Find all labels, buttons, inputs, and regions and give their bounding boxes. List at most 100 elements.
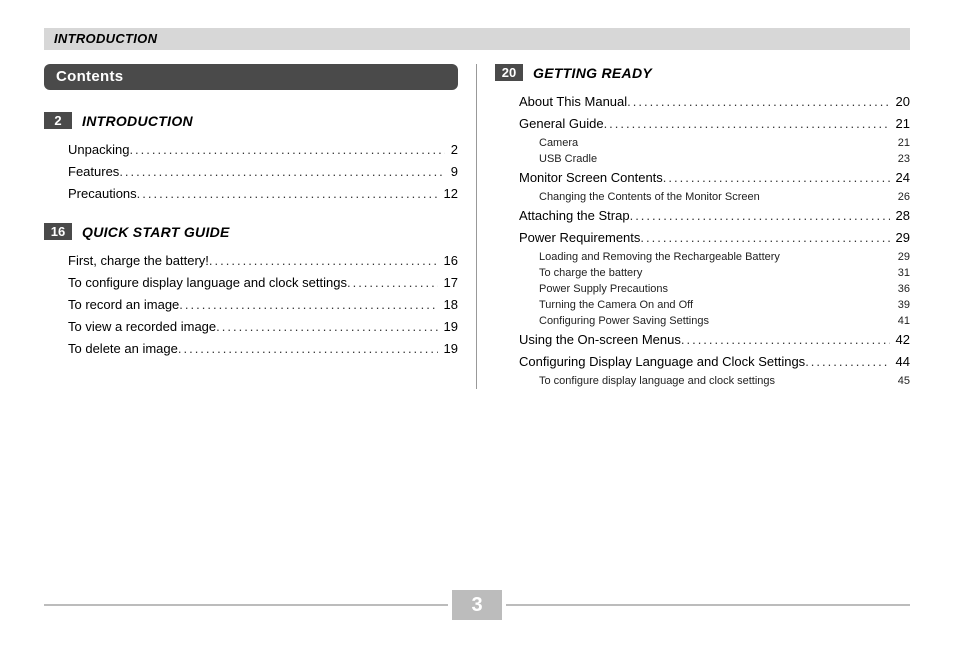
section-heading: 16 QUICK START GUIDE [44, 223, 458, 240]
toc-subentry: Configuring Power Saving Settings 41 [539, 313, 910, 329]
toc-leader-dots [347, 272, 438, 294]
section-title: INTRODUCTION [82, 113, 193, 129]
toc-leader-dots [681, 329, 890, 351]
toc-subentry-page: 39 [892, 297, 910, 313]
toc-subentry-page: 29 [892, 249, 910, 265]
toc-subentry-label: USB Cradle [539, 151, 597, 167]
toc-entry-page: 18 [438, 294, 458, 316]
toc-entry-label: To configure display language and clock … [68, 272, 347, 294]
section-page-badge: 2 [44, 112, 72, 129]
toc-leader-dots [630, 205, 890, 227]
toc-entry: Features 9 [68, 161, 458, 183]
section-title: GETTING READY [533, 65, 652, 81]
toc-entry-page: 17 [438, 272, 458, 294]
toc-subentry-label: Camera [539, 135, 578, 151]
toc-entry: To configure display language and clock … [68, 272, 458, 294]
manual-page: INTRODUCTION Contents 2 INTRODUCTION Unp… [0, 0, 954, 646]
toc-subentry-label: Turning the Camera On and Off [539, 297, 693, 313]
toc-entry-label: To delete an image [68, 338, 178, 360]
toc-subentry-label: Configuring Power Saving Settings [539, 313, 709, 329]
toc-leader-dots [663, 167, 890, 189]
toc-entry-page: 21 [890, 113, 910, 135]
toc-subentry-page: 36 [892, 281, 910, 297]
toc-leader-dots [209, 250, 438, 272]
toc-entry-page: 2 [445, 139, 458, 161]
page-footer: 3 [44, 590, 910, 620]
toc-entry-label: First, charge the battery! [68, 250, 209, 272]
toc-entry: To delete an image 19 [68, 338, 458, 360]
toc-entry-label: Using the On-screen Menus [519, 329, 681, 351]
toc-entries: First, charge the battery! 16 To configur… [68, 250, 458, 360]
toc-subentry: Power Supply Precautions 36 [539, 281, 910, 297]
toc-leader-dots [216, 316, 437, 338]
toc-entry: Monitor Screen Contents 24 [519, 167, 910, 189]
toc-entry: Attaching the Strap 28 [519, 205, 910, 227]
footer-rule [506, 604, 910, 606]
toc-entry: Unpacking 2 [68, 139, 458, 161]
toc-entry-label: Monitor Screen Contents [519, 167, 663, 189]
toc-subentry-label: To charge the battery [539, 265, 642, 281]
toc-entry-page: 24 [890, 167, 910, 189]
toc-leader-dots [627, 91, 889, 113]
toc-entry-page: 28 [890, 205, 910, 227]
toc-entry-page: 9 [445, 161, 458, 183]
toc-entry-page: 19 [438, 316, 458, 338]
toc-entry-page: 16 [438, 250, 458, 272]
toc-entry-label: About This Manual [519, 91, 627, 113]
toc-leader-dots [129, 139, 444, 161]
right-column: 20 GETTING READY About This Manual 20 Gen… [477, 64, 910, 389]
toc-subentry: Changing the Contents of the Monitor Scr… [539, 189, 910, 205]
section-page-badge: 20 [495, 64, 523, 81]
toc-entry-page: 44 [890, 351, 910, 373]
toc-entries: About This Manual 20 General Guide 21 Came… [519, 91, 910, 389]
toc-entry-label: Features [68, 161, 119, 183]
section-heading: 20 GETTING READY [495, 64, 910, 81]
toc-entry: Using the On-screen Menus 42 [519, 329, 910, 351]
section-page-badge: 16 [44, 223, 72, 240]
section-heading: 2 INTRODUCTION [44, 112, 458, 129]
toc-entries: Unpacking 2 Features 9 Precautions 12 [68, 139, 458, 205]
toc-subentry-label: Loading and Removing the Rechargeable Ba… [539, 249, 780, 265]
toc-entry: General Guide 21 [519, 113, 910, 135]
toc-subentry: Camera 21 [539, 135, 910, 151]
toc-entry: To record an image 18 [68, 294, 458, 316]
toc-subentries: Loading and Removing the Rechargeable Ba… [539, 249, 910, 329]
toc-entry-label: To view a recorded image [68, 316, 216, 338]
toc-subentry-label: To configure display language and clock … [539, 373, 775, 389]
toc-subentry-page: 41 [892, 313, 910, 329]
toc-entry: Precautions 12 [68, 183, 458, 205]
toc-entry-label: Precautions [68, 183, 137, 205]
toc-entry-label: Attaching the Strap [519, 205, 630, 227]
toc-entry-label: To record an image [68, 294, 179, 316]
toc-subentry: To charge the battery 31 [539, 265, 910, 281]
toc-entry: To view a recorded image 19 [68, 316, 458, 338]
toc-entry-page: 12 [438, 183, 458, 205]
toc-entry-label: Unpacking [68, 139, 129, 161]
toc-subentry-label: Power Supply Precautions [539, 281, 668, 297]
page-number-box: 3 [452, 590, 502, 620]
toc-entry: About This Manual 20 [519, 91, 910, 113]
page-header: INTRODUCTION [44, 28, 910, 50]
toc-entry: Power Requirements29 [519, 227, 910, 249]
toc-subentry: USB Cradle 23 [539, 151, 910, 167]
toc-subentry-page: 21 [892, 135, 910, 151]
toc-leader-dots [178, 338, 438, 360]
toc-subentry: Loading and Removing the Rechargeable Ba… [539, 249, 910, 265]
toc-entry: Configuring Display Language and Clock S… [519, 351, 910, 373]
toc-subentry-page: 31 [892, 265, 910, 281]
toc-subentry-page: 23 [892, 151, 910, 167]
toc-leader-dots [640, 227, 889, 249]
toc-entry-page: 42 [890, 329, 910, 351]
toc-subentries: Camera 21 USB Cradle 23 [539, 135, 910, 167]
toc-subentries: To configure display language and clock … [539, 373, 910, 389]
toc-leader-dots [137, 183, 438, 205]
toc-entry-label: General Guide [519, 113, 604, 135]
toc-subentries: Changing the Contents of the Monitor Scr… [539, 189, 910, 205]
footer-rule [44, 604, 448, 606]
toc-entry: First, charge the battery! 16 [68, 250, 458, 272]
toc-entry-page: 19 [438, 338, 458, 360]
toc-subentry-page: 26 [892, 189, 910, 205]
toc-leader-dots [805, 351, 889, 373]
toc-leader-dots [119, 161, 444, 183]
toc-entry-page: 20 [890, 91, 910, 113]
